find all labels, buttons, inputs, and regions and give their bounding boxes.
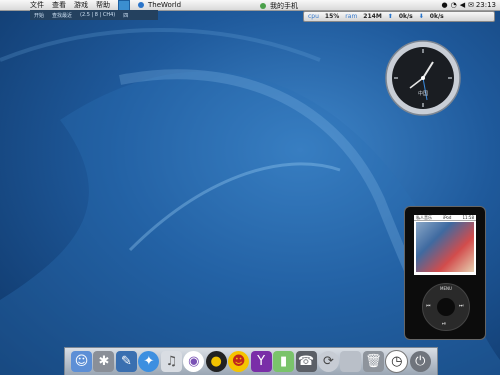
ipod-menu-button[interactable]: MENU <box>423 286 469 291</box>
power-icon[interactable]: ⏻ <box>409 351 431 372</box>
menu-games[interactable]: 游戏 <box>74 0 88 10</box>
taskbar-my-phone-label: 我的手机 <box>270 2 298 10</box>
safari-icon[interactable]: ✦ <box>138 351 160 372</box>
yahoo-messenger-icon[interactable]: ☻ <box>228 351 250 372</box>
apple-icon[interactable] <box>340 351 362 372</box>
ipod-title-right: 11:58 <box>462 215 474 220</box>
analog-clock-widget[interactable]: 中国 <box>385 40 461 116</box>
textedit-icon[interactable]: ✎ <box>115 351 137 372</box>
finder-icon[interactable]: ☺ <box>71 351 92 372</box>
tray-wifi-icon[interactable]: ◔ <box>451 1 457 9</box>
tray-status-icon[interactable]: ● <box>442 1 448 9</box>
clock-icon[interactable]: ◷ <box>385 350 409 373</box>
tray-volume-icon[interactable]: ◀ <box>460 1 465 9</box>
qq-penguin-icon[interactable]: ● <box>205 351 227 372</box>
system-monitor-widget[interactable]: cpu 15% ram 214M ⬆ 0k/s ⬇ 0k/s <box>303 11 495 22</box>
taskbar-theworld-label: TheWorld <box>148 1 182 9</box>
menubar-clock[interactable]: 23:13 <box>476 1 496 9</box>
taskbar-theworld[interactable]: TheWorld <box>138 1 181 9</box>
ipod-title-center: iPod <box>443 215 452 220</box>
ipod-center-button[interactable] <box>437 298 455 316</box>
download-value: 0k/s <box>398 13 413 20</box>
menu-help[interactable]: 帮助 <box>96 0 110 10</box>
dropdown-item[interactable]: (2.5 | 8 | CH4) <box>80 12 115 18</box>
ipod-screen: 私人音乐 iPod 11:58 <box>414 215 476 275</box>
ram-value: 214M <box>363 13 382 20</box>
ipod-icon[interactable]: ◉ <box>183 351 205 372</box>
qq-yellow-icon[interactable]: Y <box>250 351 272 372</box>
system-tray: ● ◔ ◀ ✉ <box>442 1 474 9</box>
sync-icon[interactable]: ⟳ <box>317 351 339 372</box>
telephone-icon[interactable]: ☎ <box>295 351 317 372</box>
taskbar-my-phone[interactable]: 我的手机 <box>260 1 298 11</box>
dropdown-item[interactable]: 查找最近 <box>52 12 72 19</box>
taskbar-app-icon[interactable] <box>118 0 130 11</box>
upload-value: 0k/s <box>429 13 444 20</box>
dropdown-item[interactable]: 开始 <box>34 12 44 19</box>
menu-view[interactable]: 查看 <box>52 0 66 10</box>
settings-icon[interactable]: ✱ <box>93 351 115 372</box>
ipod-widget[interactable]: 私人音乐 iPod 11:58 MENU ⏮ ⏭ ⏯ <box>404 206 486 340</box>
mobile-phone-icon[interactable]: ▮ <box>273 351 295 372</box>
ipod-click-wheel[interactable]: MENU ⏮ ⏭ ⏯ <box>422 283 470 331</box>
apple-menu-icon[interactable] <box>6 0 16 10</box>
menu-file[interactable]: 文件 <box>30 0 44 10</box>
itunes-icon[interactable]: ♫ <box>160 351 182 372</box>
phone-icon <box>260 3 266 9</box>
ipod-play-icon[interactable]: ⏯ <box>442 321 446 327</box>
cpu-label: cpu <box>308 13 319 20</box>
ipod-next-icon[interactable]: ⏭ <box>459 303 464 309</box>
ram-label: ram <box>345 13 358 20</box>
ipod-prev-icon[interactable]: ⏮ <box>426 303 431 309</box>
theworld-icon <box>138 2 144 8</box>
upload-arrow-icon: ⬇ <box>418 13 424 20</box>
ipod-photo <box>416 222 474 272</box>
clock-widget-label: 中国 <box>418 90 428 97</box>
dropdown-item[interactable]: 四 <box>123 12 128 19</box>
download-arrow-icon: ⬆ <box>387 13 393 20</box>
dropdown-strip: 开始 查找最近 (2.5 | 8 | CH4) 四 <box>30 10 158 20</box>
ipod-title-left: 私人音乐 <box>416 215 432 220</box>
cpu-value: 15% <box>324 13 340 20</box>
ipod-title-bar: 私人音乐 iPod 11:58 <box>414 215 476 221</box>
trash-icon[interactable]: 🗑 <box>362 351 384 372</box>
dock: ☺ ✱ ✎ ✦ ♫ ◉ ● ☻ Y ▮ ☎ ⟳ 🗑 ◷ ⏻ <box>64 347 438 375</box>
tray-mail-icon[interactable]: ✉ <box>468 1 474 9</box>
